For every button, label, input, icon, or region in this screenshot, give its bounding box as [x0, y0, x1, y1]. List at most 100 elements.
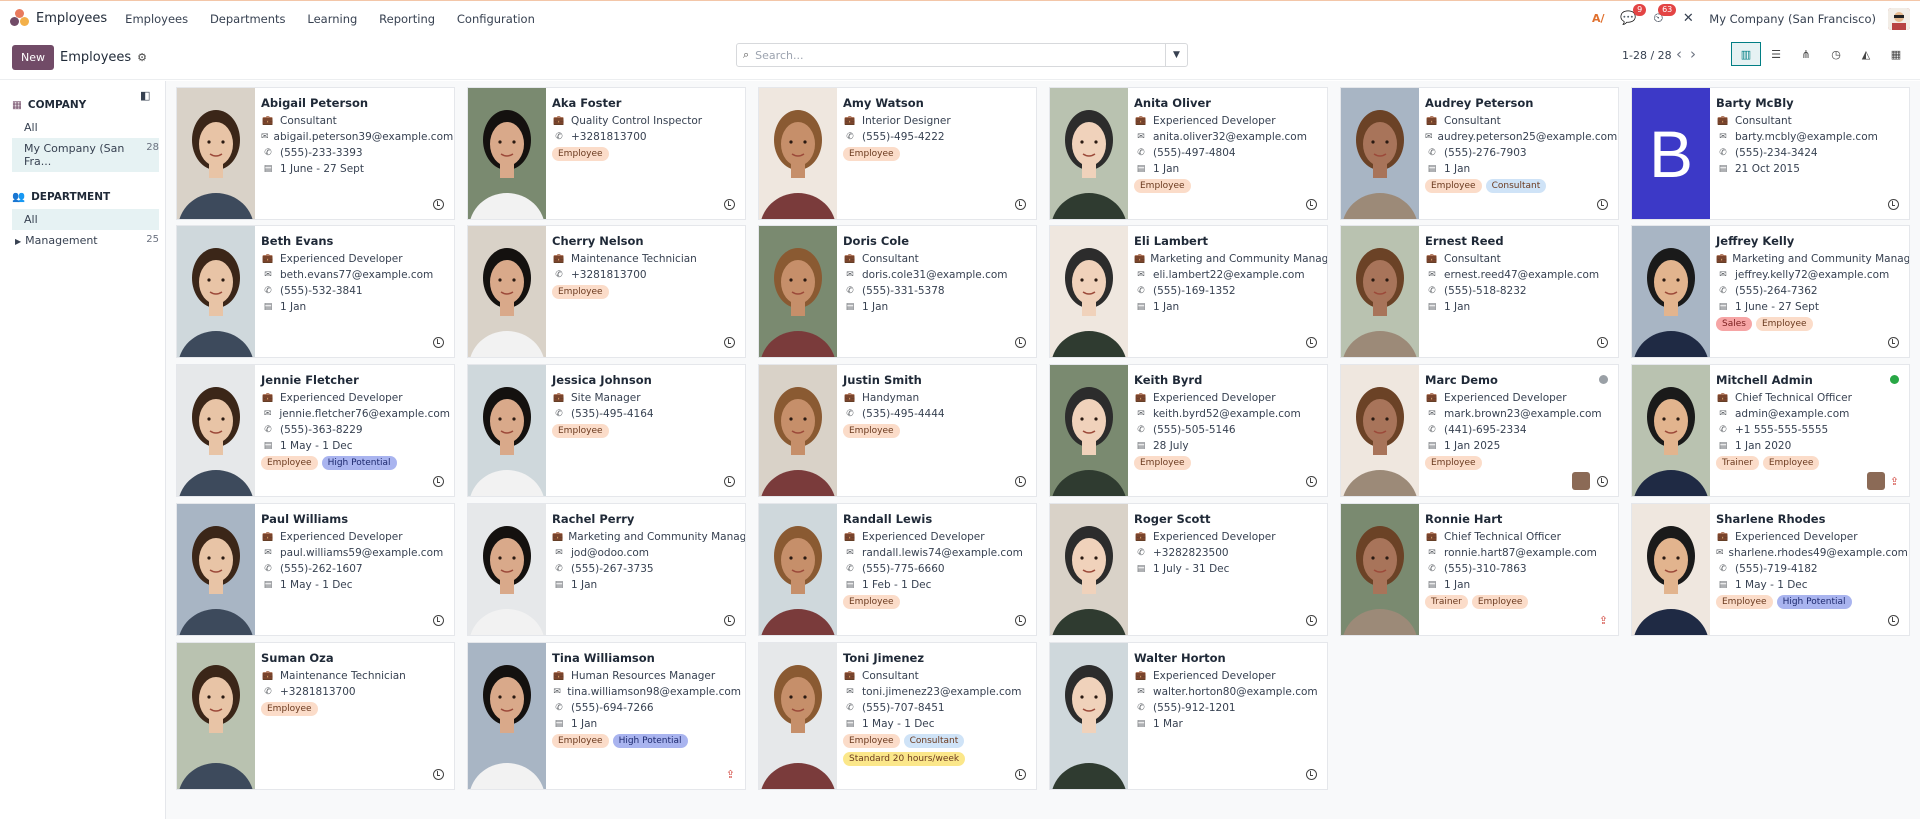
- employee-card[interactable]: Tina Williamson 💼 Human Resources Manager ✉…: [467, 642, 746, 790]
- company-filter-my-company[interactable]: My Company (San Fra... 28: [12, 138, 159, 172]
- employee-card[interactable]: Cherry Nelson 💼 Maintenance Technician ✆ +32…: [467, 225, 746, 358]
- user-avatar[interactable]: [1888, 7, 1910, 30]
- employee-card[interactable]: Beth Evans 💼 Experienced Developer ✉ beth.ev…: [176, 225, 455, 358]
- manager-avatar[interactable]: [1867, 472, 1885, 490]
- menu-employees[interactable]: Employees: [125, 12, 188, 26]
- employee-card[interactable]: Amy Watson 💼 Interior Designer ✆ (555)-495-4…: [758, 87, 1037, 220]
- list-view-icon[interactable]: ☰: [1761, 42, 1791, 66]
- pivot-view-icon[interactable]: ▦: [1881, 42, 1911, 66]
- pager-previous-icon[interactable]: ‹: [1676, 45, 1682, 63]
- employee-card[interactable]: Roger Scott 💼 Experienced Developer ✆ +32828…: [1049, 503, 1328, 636]
- employee-email: ✉ toni.jimenez23@example.com: [843, 684, 1032, 700]
- calendar-icon: ▤: [263, 441, 273, 451]
- employee-card[interactable]: Marc Demo 💼 Experienced Developer ✉ mark.bro…: [1340, 364, 1619, 497]
- employee-phone: ✆ (555)-169-1352: [1134, 283, 1323, 299]
- upload-icon[interactable]: ⇪: [1599, 614, 1608, 627]
- activity-clock-icon[interactable]: [1597, 199, 1608, 210]
- activity-clock-icon[interactable]: [1306, 769, 1317, 780]
- employee-job: 💼 Experienced Developer: [1135, 531, 1276, 543]
- activity-clock-icon[interactable]: [1306, 476, 1317, 487]
- employee-card[interactable]: Jennie Fletcher 💼 Experienced Developer ✉ je…: [176, 364, 455, 497]
- activity-clock-icon[interactable]: [1597, 476, 1608, 487]
- activity-clock-icon[interactable]: [724, 476, 735, 487]
- activity-clock-icon[interactable]: [724, 199, 735, 210]
- ai-icon[interactable]: A/: [1589, 10, 1607, 28]
- employee-card[interactable]: Eli Lambert 💼 Marketing and Community Mana…: [1049, 225, 1328, 358]
- tools-icon[interactable]: ✕: [1679, 10, 1697, 28]
- app-title[interactable]: Employees: [36, 11, 107, 26]
- activity-clock-icon[interactable]: [1888, 337, 1899, 348]
- employee-card[interactable]: Paul Williams 💼 Experienced Developer ✉ paul…: [176, 503, 455, 636]
- employee-card[interactable]: Aka Foster 💼 Quality Control Inspector ✆ +32…: [467, 87, 746, 220]
- briefcase-icon: 💼: [1717, 393, 1729, 403]
- employee-card[interactable]: Sharlene Rhodes 💼 Experienced Developer ✉ sh…: [1631, 503, 1910, 636]
- activity-clock-icon[interactable]: [1888, 199, 1899, 210]
- employees-app-icon[interactable]: [10, 8, 30, 29]
- activity-clock-icon[interactable]: [1306, 199, 1317, 210]
- department-filter-all[interactable]: All: [12, 209, 159, 230]
- employee-card[interactable]: Ronnie Hart 💼 Chief Technical Officer ✉ ronn…: [1340, 503, 1619, 636]
- employee-photo: [1050, 643, 1128, 789]
- employee-card[interactable]: Justin Smith 💼 Handyman ✆ (535)-495-4444 Empl…: [758, 364, 1037, 497]
- employee-date: ▤ 1 Jan: [1134, 299, 1323, 315]
- employee-card[interactable]: Abigail Peterson 💼 Consultant ✉ abigail.pete…: [176, 87, 455, 220]
- employee-photo: [1050, 226, 1128, 357]
- employee-card[interactable]: Rachel Perry 💼 Marketing and Community Man…: [467, 503, 746, 636]
- employee-card[interactable]: Keith Byrd 💼 Experienced Developer ✉ keith.b…: [1049, 364, 1328, 497]
- employee-card[interactable]: Doris Cole 💼 Consultant ✉ doris.cole31@examp…: [758, 225, 1037, 358]
- menu-departments[interactable]: Departments: [210, 12, 286, 26]
- employee-card[interactable]: Anita Oliver 💼 Experienced Developer ✉ anita…: [1049, 87, 1328, 220]
- activity-clock-icon[interactable]: [1306, 337, 1317, 348]
- department-filter-management[interactable]: ▶ Management 25: [12, 230, 159, 251]
- activity-clock-icon[interactable]: [433, 769, 444, 780]
- menu-configuration[interactable]: Configuration: [457, 12, 535, 26]
- gear-icon[interactable]: ⚙: [137, 51, 147, 64]
- activity-view-icon[interactable]: ◷: [1821, 42, 1851, 66]
- sidebar-toggle-icon[interactable]: ◧: [140, 89, 150, 102]
- employee-card[interactable]: Randall Lewis 💼 Experienced Developer ✉ rand…: [758, 503, 1037, 636]
- employee-card[interactable]: Ernest Reed 💼 Consultant ✉ ernest.reed47@exa…: [1340, 225, 1619, 358]
- employee-card[interactable]: Suman Oza 💼 Maintenance Technician ✆ +328181…: [176, 642, 455, 790]
- activity-clock-icon[interactable]: [433, 337, 444, 348]
- activity-clock-icon[interactable]: [433, 476, 444, 487]
- menu-learning[interactable]: Learning: [307, 12, 357, 26]
- pager-next-icon[interactable]: ›: [1690, 45, 1696, 63]
- employee-card[interactable]: Walter Horton 💼 Experienced Developer ✉ walt…: [1049, 642, 1328, 790]
- company-filter-all[interactable]: All: [12, 117, 159, 138]
- employee-card[interactable]: Jeffrey Kelly 💼 Marketing and Community Ma…: [1631, 225, 1910, 358]
- activity-clock-icon[interactable]: [724, 615, 735, 626]
- pager-value[interactable]: 1-28 / 28: [1622, 49, 1672, 62]
- kanban-view-icon[interactable]: ▥: [1731, 42, 1761, 66]
- hierarchy-view-icon[interactable]: ⋔: [1791, 42, 1821, 66]
- activity-clock-icon[interactable]: [1015, 337, 1026, 348]
- employee-date: ▤ 1 Jan: [843, 299, 1032, 315]
- employee-card[interactable]: Toni Jimenez 💼 Consultant ✉ toni.jimenez23@e…: [758, 642, 1037, 790]
- activity-clock-icon[interactable]: [1888, 615, 1899, 626]
- menu-reporting[interactable]: Reporting: [379, 12, 435, 26]
- employee-card[interactable]: Jessica Johnson 💼 Site Manager ✆ (535)-495-4…: [467, 364, 746, 497]
- manager-avatar[interactable]: [1572, 472, 1590, 490]
- search-options-toggle[interactable]: ▼: [1165, 44, 1187, 66]
- activity-clock-icon[interactable]: [724, 337, 735, 348]
- upload-icon[interactable]: ⇪: [726, 768, 735, 781]
- activity-clock-icon[interactable]: [1015, 476, 1026, 487]
- company-switcher[interactable]: My Company (San Francisco): [1709, 12, 1876, 26]
- caret-right-icon[interactable]: ▶: [15, 237, 21, 246]
- activity-clock-icon[interactable]: [1597, 337, 1608, 348]
- activities-icon[interactable]: ⏲ 63: [1649, 3, 1677, 28]
- employee-card[interactable]: Mitchell Admin 💼 Chief Technical Officer ✉ a…: [1631, 364, 1910, 497]
- activity-clock-icon[interactable]: [433, 615, 444, 626]
- messages-icon[interactable]: 💬 9: [1619, 3, 1647, 28]
- activity-clock-icon[interactable]: [1306, 615, 1317, 626]
- employee-card[interactable]: Audrey Peterson 💼 Consultant ✉ audrey.peters…: [1340, 87, 1619, 220]
- activity-clock-icon[interactable]: [1015, 199, 1026, 210]
- upload-icon[interactable]: ⇪: [1890, 475, 1899, 488]
- activity-clock-icon[interactable]: [433, 199, 444, 210]
- employee-card[interactable]: B Barty McBly 💼 Consultant ✉ barty.mcbly@exam…: [1631, 87, 1910, 220]
- search-box[interactable]: ⌕ Search... ▼: [736, 43, 1188, 67]
- new-button[interactable]: New: [12, 45, 54, 70]
- search-input[interactable]: Search...: [755, 49, 803, 62]
- graph-view-icon[interactable]: ◭: [1851, 42, 1881, 66]
- activity-clock-icon[interactable]: [1015, 615, 1026, 626]
- activity-clock-icon[interactable]: [1015, 769, 1026, 780]
